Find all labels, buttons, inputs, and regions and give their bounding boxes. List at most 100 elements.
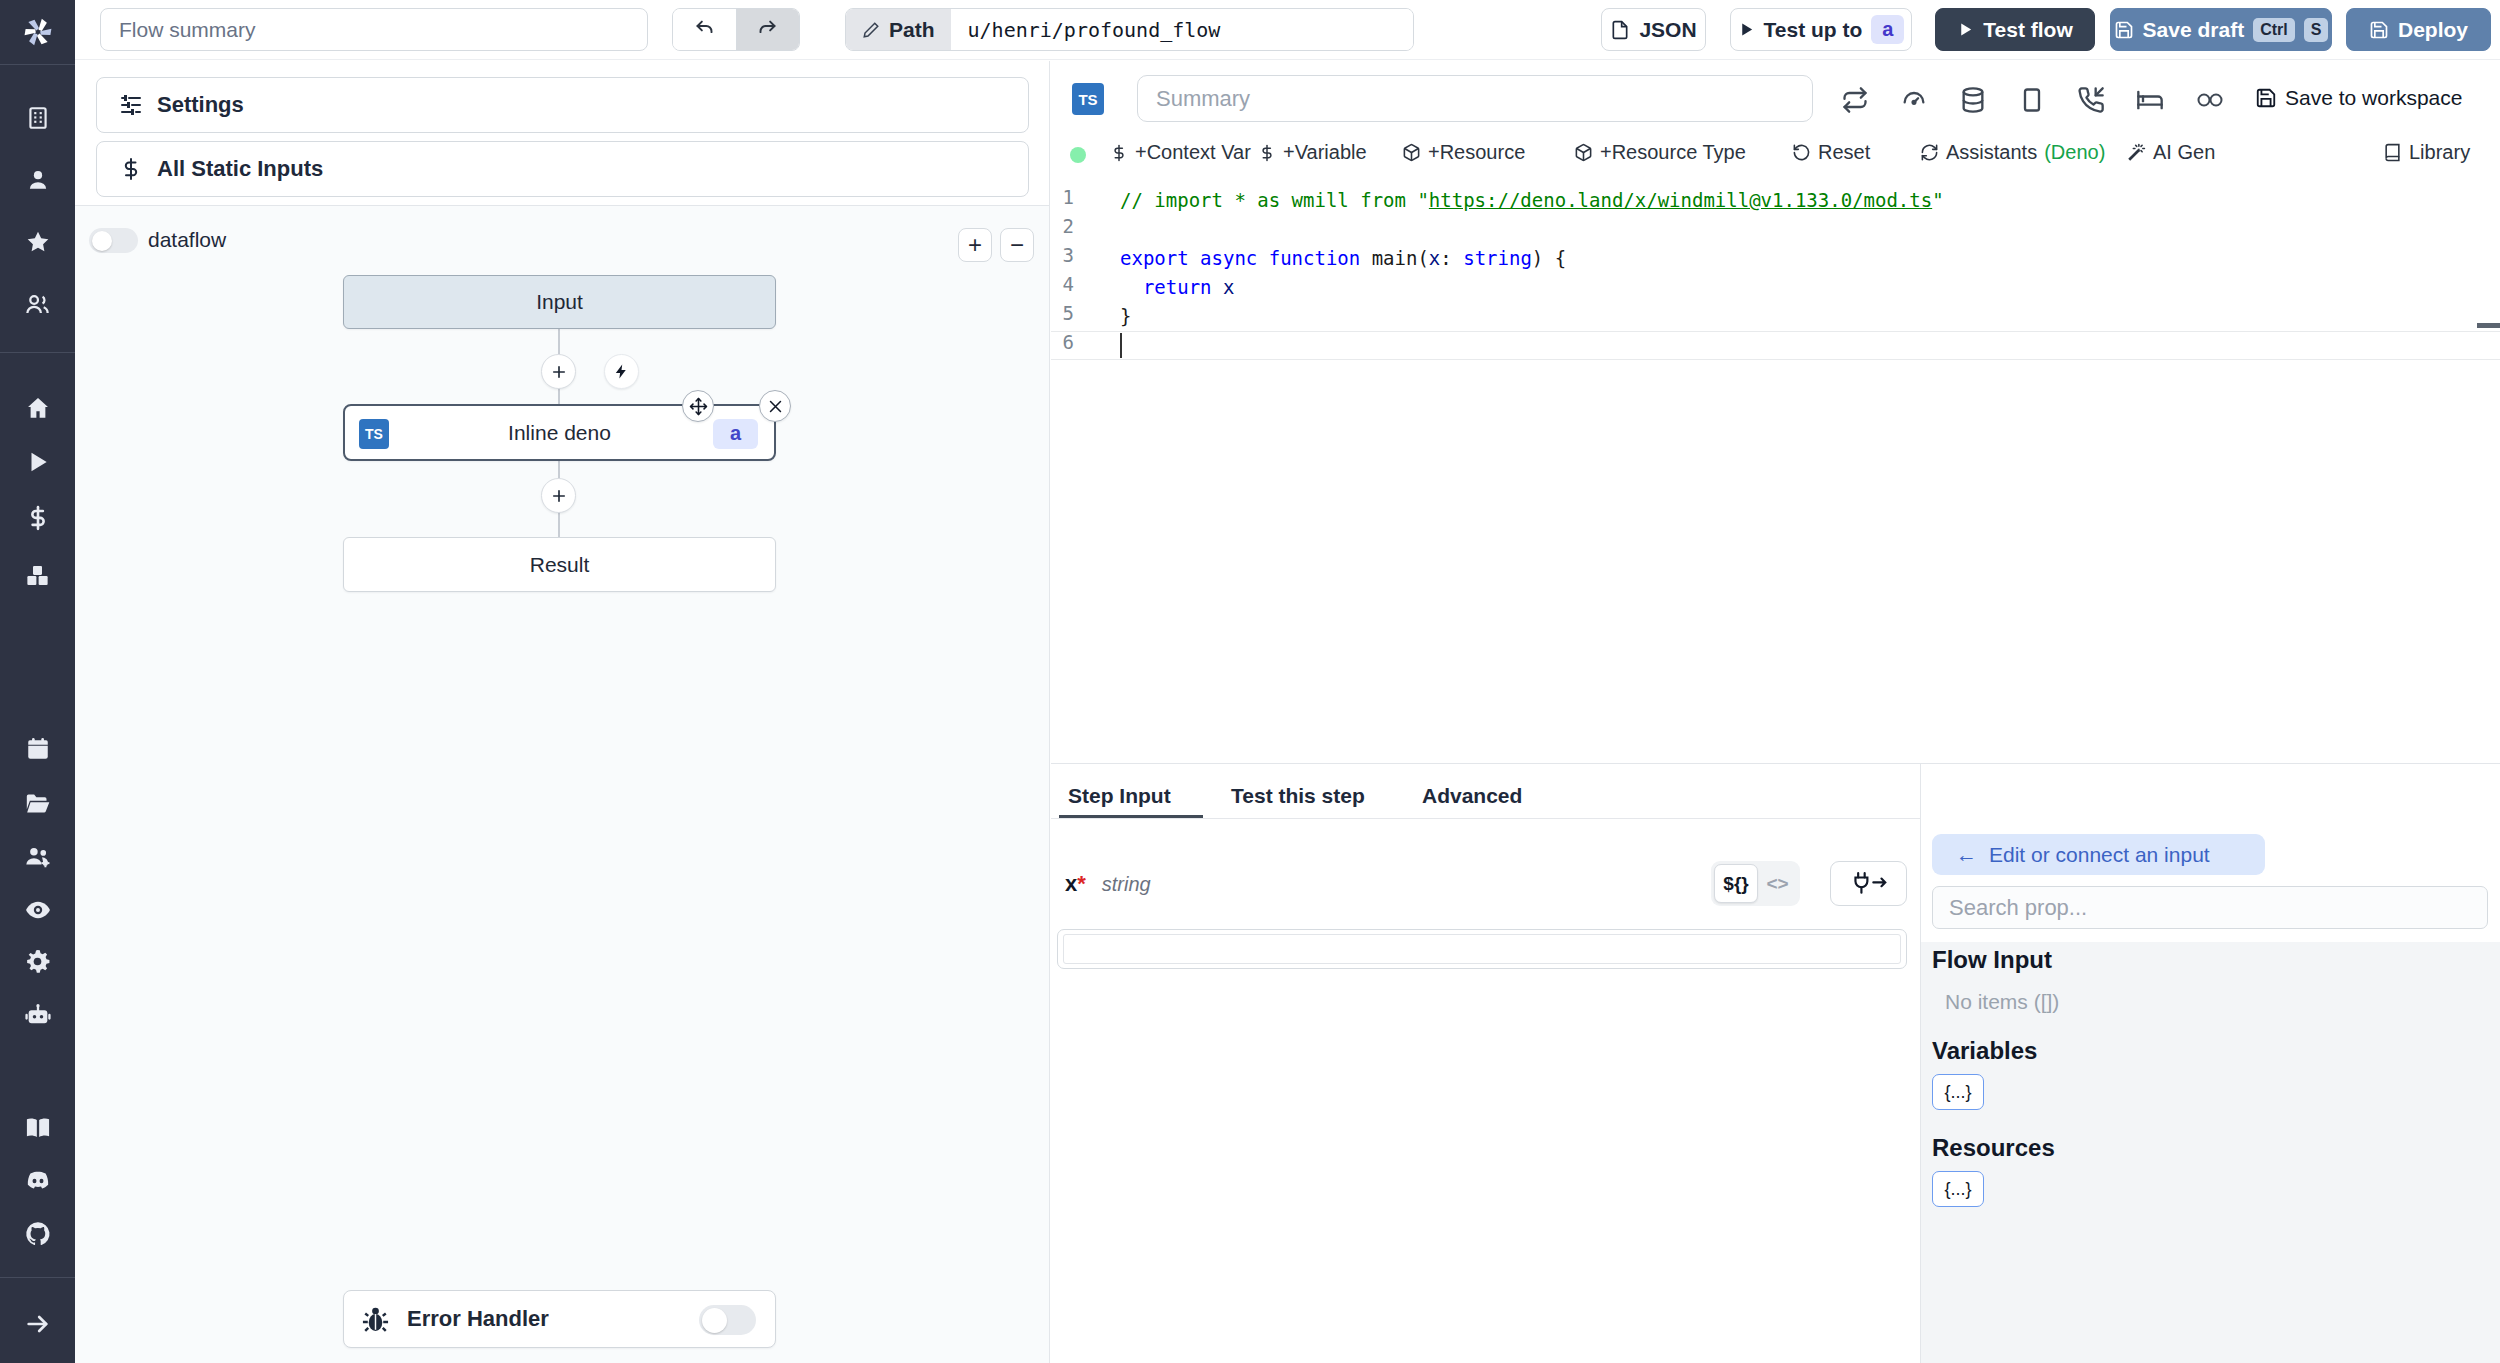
test-up-to-button[interactable]: Test up to a xyxy=(1730,8,1912,51)
runs-icon[interactable] xyxy=(0,449,75,475)
loop-icon[interactable] xyxy=(2195,89,2225,111)
tab-test-this-step[interactable]: Test this step xyxy=(1231,784,1365,808)
input-mode-toggle: ${} <> xyxy=(1711,861,1800,906)
search-prop-input[interactable]: Search prop... xyxy=(1932,886,2488,929)
collapse-sidebar-icon[interactable] xyxy=(0,1310,75,1338)
folders-icon[interactable] xyxy=(0,790,75,817)
save-draft-button[interactable]: Save draft Ctrl S xyxy=(2110,8,2332,51)
reset-button[interactable]: Reset xyxy=(1792,141,1870,164)
package-icon xyxy=(1574,143,1593,162)
close-icon xyxy=(767,398,784,415)
suspend-icon[interactable] xyxy=(2018,86,2046,114)
template-mode-button[interactable]: ${} xyxy=(1714,864,1758,903)
code-line-6 xyxy=(1051,331,2500,360)
windmill-logo[interactable] xyxy=(0,13,75,51)
error-handler-toggle[interactable] xyxy=(699,1305,756,1335)
audit-logs-icon[interactable] xyxy=(0,896,75,924)
home-icon[interactable] xyxy=(0,395,75,421)
mock-icon[interactable] xyxy=(2136,86,2164,114)
dollar-icon xyxy=(119,157,143,181)
input-node-label: Input xyxy=(536,290,583,314)
error-handler-node[interactable]: Error Handler xyxy=(343,1290,776,1348)
flow-node-input[interactable]: Input xyxy=(343,275,776,329)
props-section: Flow Input No items ([]) Variables {...}… xyxy=(1921,942,2500,1363)
topbar: Flow summary Path u/henri/profound_flow … xyxy=(75,0,2500,60)
step-id-badge: a xyxy=(713,419,758,449)
plus-icon xyxy=(550,363,568,381)
groups-icon[interactable] xyxy=(0,291,75,318)
zoom-out-button[interactable]: − xyxy=(1000,228,1034,262)
docs-icon[interactable] xyxy=(0,1114,75,1142)
add-context-var-button[interactable]: +Context Var xyxy=(1110,141,1251,164)
assistants-button[interactable]: Assistants (Deno) xyxy=(1920,141,2105,164)
save-to-workspace-button[interactable]: Save to workspace xyxy=(2255,86,2462,110)
ai-bot-icon[interactable] xyxy=(0,1001,75,1029)
user-icon[interactable] xyxy=(0,167,75,193)
connect-panel: ← Edit or connect an input Search prop..… xyxy=(1921,764,2500,1363)
zoom-in-button[interactable]: + xyxy=(958,228,992,262)
add-resource-type-button[interactable]: +Resource Type xyxy=(1574,141,1746,164)
github-icon[interactable] xyxy=(0,1220,75,1248)
field-value-input[interactable] xyxy=(1057,929,1907,969)
connect-input-button[interactable] xyxy=(1830,861,1907,906)
search-prop-placeholder: Search prop... xyxy=(1949,895,2087,921)
undo-button[interactable] xyxy=(673,9,736,50)
flow-summary-input[interactable]: Flow summary xyxy=(100,8,648,51)
delete-node-button[interactable] xyxy=(759,390,791,422)
add-step-button-2[interactable] xyxy=(541,478,576,513)
phone-incoming-icon[interactable] xyxy=(2077,86,2105,114)
code-mode-button[interactable]: <> xyxy=(1758,873,1797,895)
library-button[interactable]: Library xyxy=(2383,141,2470,164)
summary-input[interactable]: Summary xyxy=(1137,75,1813,122)
add-resource-button[interactable]: +Resource xyxy=(1402,141,1525,164)
variables-icon[interactable] xyxy=(0,505,75,531)
add-trigger-button[interactable] xyxy=(604,354,639,389)
test-up-to-step-badge: a xyxy=(1871,15,1904,44)
save-icon xyxy=(2114,20,2134,40)
test-flow-button[interactable]: Test flow xyxy=(1935,8,2095,51)
discord-icon[interactable] xyxy=(0,1167,75,1195)
dataflow-toggle[interactable] xyxy=(89,228,138,253)
all-static-inputs-button[interactable]: All Static Inputs xyxy=(96,141,1029,197)
no-items-text: No items ([]) xyxy=(1945,990,2059,1014)
wand-icon xyxy=(2127,143,2146,162)
variables-expand-button[interactable]: {...} xyxy=(1932,1074,1984,1110)
tab-step-input[interactable]: Step Input xyxy=(1068,784,1171,808)
path-edit-button[interactable]: Path xyxy=(846,9,951,50)
resources-expand-button[interactable]: {...} xyxy=(1932,1171,1984,1207)
error-handler-label: Error Handler xyxy=(407,1306,549,1332)
test-up-to-label: Test up to xyxy=(1764,18,1863,42)
dollar-icon xyxy=(1258,144,1276,162)
overview-ruler-cursor xyxy=(2477,323,2500,328)
zap-icon xyxy=(613,363,630,380)
workers-icon[interactable] xyxy=(0,843,75,871)
move-node-button[interactable] xyxy=(682,390,714,422)
save-draft-label: Save draft xyxy=(2143,18,2245,42)
retries-icon[interactable] xyxy=(1841,86,1869,114)
workspace-icon[interactable] xyxy=(0,105,75,131)
star-icon[interactable] xyxy=(0,229,75,255)
schedules-icon[interactable] xyxy=(0,736,75,762)
save-icon xyxy=(2369,20,2389,40)
edit-or-connect-button[interactable]: ← Edit or connect an input xyxy=(1932,834,2265,875)
plug-icon xyxy=(1849,871,1889,897)
settings-gear-icon[interactable] xyxy=(0,948,75,975)
redo-button[interactable] xyxy=(736,9,800,50)
ai-gen-button[interactable]: AI Gen xyxy=(2127,141,2215,164)
required-asterisk: * xyxy=(1077,871,1086,897)
early-stop-icon[interactable] xyxy=(1900,86,1928,114)
cache-icon[interactable] xyxy=(1959,86,1987,114)
play-icon xyxy=(1957,21,1974,38)
deploy-button[interactable]: Deploy xyxy=(2346,8,2491,51)
path-input[interactable]: u/henri/profound_flow xyxy=(951,9,1413,50)
tab-advanced[interactable]: Advanced xyxy=(1422,784,1522,808)
resources-icon[interactable] xyxy=(0,562,75,589)
add-variable-button[interactable]: +Variable xyxy=(1258,141,1367,164)
json-button[interactable]: JSON xyxy=(1601,8,1706,51)
test-flow-label: Test flow xyxy=(1983,18,2072,42)
settings-button[interactable]: Settings xyxy=(96,77,1029,133)
sidebar xyxy=(0,0,75,1363)
path-label: Path xyxy=(889,18,935,42)
add-step-button[interactable] xyxy=(541,354,576,389)
flow-node-result[interactable]: Result xyxy=(343,537,776,592)
